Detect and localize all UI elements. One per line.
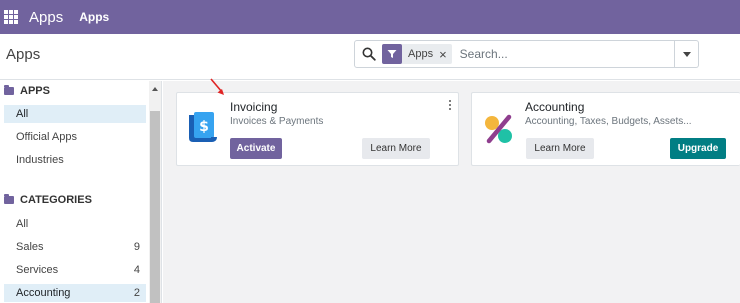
invoicing-app-icon: $ [189,112,217,142]
search-facet: Apps × [382,44,452,64]
apps-section-header: APPS [4,85,50,97]
item-count: 2 [133,287,140,299]
categories-section-header: CATEGORIES [4,194,92,206]
app-card-invoicing[interactable]: $ Invoicing Invoices & Payments Activate… [176,92,459,166]
search-icon[interactable] [362,47,376,61]
caret-down-icon [682,51,691,57]
facet-label: Apps [408,48,434,60]
card-menu-icon[interactable] [449,100,452,110]
app-name: Accounting [525,100,585,114]
sidebar-item-official-apps[interactable]: Official Apps [4,128,146,146]
item-count: 9 [133,241,140,253]
sidebar-item-label: All [16,218,29,230]
top-navbar: Apps Apps [0,0,740,34]
pointer-arrow-icon [210,78,224,95]
sidebar-item-label: Accounting [16,287,71,299]
sidebar-item-label: Official Apps [16,131,77,143]
sidebar-item-accounting[interactable]: Accounting 2 [4,284,146,302]
navbar-menu-apps[interactable]: Apps [79,10,109,24]
sidebar-item-label: Services [16,264,59,276]
filter-icon [382,44,402,64]
learn-more-button[interactable]: Learn More [526,138,594,159]
sidebar-item-all-categories[interactable]: All [4,215,146,233]
search-options-toggle[interactable] [675,40,699,68]
search-bar: Apps × [354,40,675,68]
sidebar-item-services[interactable]: Services 4 [4,261,146,279]
section-title: APPS [20,85,50,97]
learn-more-button[interactable]: Learn More [362,138,430,159]
sidebar-item-label: Industries [16,154,64,166]
sidebar-item-industries[interactable]: Industries [4,151,146,169]
app-summary: Invoices & Payments [230,116,324,127]
app-card-accounting[interactable]: Accounting Accounting, Taxes, Budgets, A… [471,92,740,166]
svg-text:$: $ [199,119,209,135]
sidebar-item-all-apps[interactable]: All [4,105,146,123]
facet-remove-icon[interactable]: × [439,47,452,62]
app-switcher-icon[interactable] [4,10,18,24]
scrollbar-thumb[interactable] [150,111,160,303]
scroll-up-arrow-icon[interactable] [152,87,158,91]
sidebar-item-label: Sales [16,241,44,253]
activate-button[interactable]: Activate [230,138,282,159]
search-panel-sidebar: APPS All Official Apps Industries CATEGO… [0,81,162,303]
sidebar-item-label: All [16,108,29,120]
sidebar-item-sales[interactable]: Sales 9 [4,238,146,256]
accounting-app-icon [485,114,512,144]
folder-icon [4,85,14,95]
breadcrumb: Apps [6,46,41,63]
control-panel: Apps Apps × [0,34,740,80]
section-title: CATEGORIES [20,194,92,206]
app-summary: Accounting, Taxes, Budgets, Assets... [525,116,692,127]
upgrade-button[interactable]: Upgrade [670,138,726,159]
kanban-view: $ Invoicing Invoices & Payments Activate… [163,81,740,303]
item-count: 4 [133,264,140,276]
folder-icon [4,194,14,204]
navbar-brand[interactable]: Apps [29,9,63,26]
search-input[interactable] [459,47,660,61]
app-name: Invoicing [230,100,278,114]
